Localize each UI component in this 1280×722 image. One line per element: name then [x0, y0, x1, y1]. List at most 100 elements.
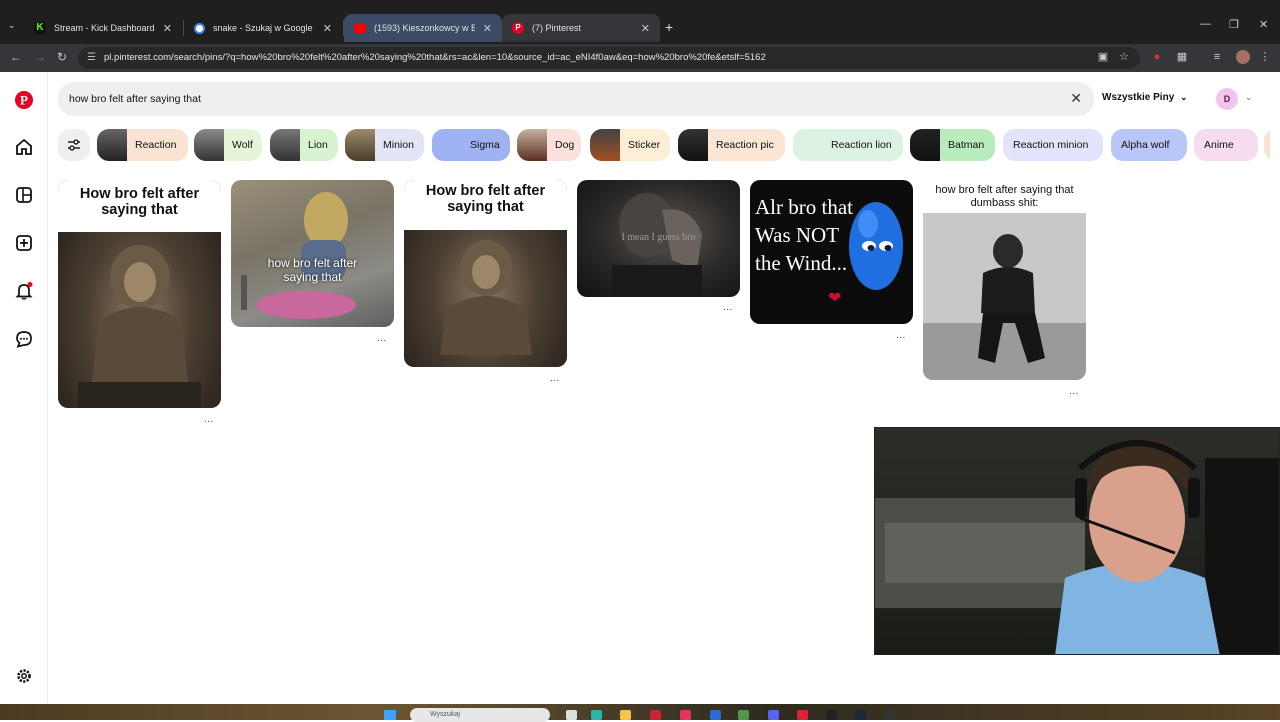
install-app-icon[interactable]: ▣ — [1096, 50, 1110, 64]
folder-icon[interactable] — [620, 710, 631, 720]
account-chevron-down-icon[interactable]: ⌄ — [1245, 92, 1253, 103]
pin-more-icon[interactable]: ... — [204, 414, 214, 425]
chip-thumbnail — [590, 129, 620, 161]
pin-card[interactable]: I mean I guess bro — [577, 180, 740, 297]
chip-alpha-wolf[interactable]: Alpha wolf — [1111, 129, 1187, 161]
browser-tab-bar: ⌄ K Stream - Kick Dashboard ✕ snake - Sz… — [0, 0, 1280, 44]
media-icon[interactable]: ≡ — [1210, 50, 1224, 64]
pin-more-icon[interactable]: ... — [723, 302, 733, 313]
extensions-puzzle-icon[interactable]: ▦ — [1175, 50, 1189, 64]
pin-more-icon[interactable]: ... — [550, 373, 560, 384]
close-icon[interactable]: ✕ — [323, 22, 332, 35]
taskbar-search-placeholder: Wyszukaj — [430, 711, 460, 718]
app-icon[interactable] — [826, 710, 837, 720]
extension-icon[interactable]: ● — [1150, 50, 1164, 64]
chip-thumbnail — [345, 129, 375, 161]
address-bar[interactable]: ☰ pl.pinterest.com/search/pins/?q=how%20… — [78, 47, 1140, 69]
new-tab-button[interactable]: + — [665, 19, 673, 35]
chip-thumbnail — [194, 129, 224, 161]
close-icon[interactable]: ✕ — [163, 22, 172, 35]
pin-card[interactable]: how bro felt after saying that — [231, 180, 394, 327]
chip-lion[interactable]: Lion — [270, 129, 338, 161]
pin-card[interactable]: how bro felt after saying that dumbass s… — [923, 180, 1086, 380]
windows-start-icon[interactable] — [384, 710, 396, 720]
chip-sigma[interactable]: Sigma — [432, 129, 510, 161]
mail-icon[interactable] — [710, 710, 721, 720]
app-icon[interactable] — [650, 710, 661, 720]
pin-more-icon[interactable]: ... — [896, 330, 906, 341]
pin-filter-dropdown[interactable]: Wszystkie Piny ⌄ — [1102, 92, 1188, 103]
chip-wolf[interactable]: Wolf — [194, 129, 262, 161]
pin-more-icon[interactable]: ... — [1069, 386, 1079, 397]
chip-sticker[interactable]: Sticker — [590, 129, 670, 161]
chip-reaction[interactable]: Reaction — [97, 129, 188, 161]
pin-caption: how bro felt after saying that — [267, 256, 358, 285]
pin-caption: How bro felt after saying that — [58, 180, 221, 232]
menu-icon[interactable]: ⋮ — [1258, 50, 1272, 64]
pin-card[interactable]: How bro felt after saying that — [404, 180, 567, 367]
close-window-icon[interactable]: ✕ — [1259, 18, 1268, 31]
pin-card[interactable]: Alr bro that Was NOT the Wind... ❤ — [750, 180, 913, 324]
tab-title: (7) Pinterest — [532, 23, 582, 33]
app-icon[interactable] — [797, 710, 808, 720]
edge-icon[interactable] — [591, 710, 602, 720]
chip-reaction-lion[interactable]: Reaction lion — [793, 129, 903, 161]
chip-thumbnail — [793, 129, 823, 161]
tab-youtube[interactable]: (1593) Kieszonkowcy w Barcel ✕ — [344, 14, 502, 42]
pin-card[interactable]: How bro felt after saying that — [58, 180, 221, 408]
pin-caption: Alr bro that Was NOT the Wind... — [755, 195, 853, 275]
reload-icon[interactable]: ↻ — [57, 50, 67, 64]
chip-anime[interactable]: Anime — [1194, 129, 1258, 161]
pin-caption: How bro felt after saying that — [404, 180, 567, 230]
chip-reaction-minion[interactable]: Reaction minion — [1003, 129, 1103, 161]
search-input[interactable]: how bro felt after saying that ✕ — [58, 82, 1094, 116]
file-explorer-icon[interactable] — [566, 710, 577, 720]
back-icon[interactable]: ← — [10, 50, 22, 64]
url-text: pl.pinterest.com/search/pins/?q=how%20br… — [104, 52, 766, 63]
site-info-icon[interactable]: ☰ — [87, 47, 96, 69]
boards-icon[interactable] — [14, 185, 34, 205]
chip-minion[interactable]: Minion — [345, 129, 424, 161]
kick-icon: K — [34, 22, 46, 34]
steam-icon[interactable] — [855, 710, 866, 720]
chip-thumbnail — [97, 129, 127, 161]
pinterest-logo-icon[interactable]: P — [14, 90, 34, 110]
blue-emoji-image — [849, 202, 903, 290]
webcam-overlay — [874, 427, 1280, 655]
restore-icon[interactable]: ❐ — [1229, 18, 1239, 31]
tab-pinterest[interactable]: P (7) Pinterest ✕ — [502, 14, 660, 42]
chip-batman[interactable]: Batman — [910, 129, 995, 161]
app-icon[interactable] — [884, 710, 895, 720]
chrome-icon[interactable] — [738, 710, 749, 720]
avatar[interactable]: D — [1216, 88, 1238, 110]
close-icon[interactable]: ✕ — [641, 22, 650, 35]
pinterest-icon: P — [512, 22, 524, 34]
app-icon[interactable] — [680, 710, 691, 720]
forward-icon[interactable]: → — [34, 50, 46, 64]
create-icon[interactable] — [14, 233, 34, 253]
tab-title: (1593) Kieszonkowcy w Barcel — [374, 23, 475, 33]
streamer-webcam-image — [875, 428, 1279, 654]
browser-toolbar: ← → ↻ ☰ pl.pinterest.com/search/pins/?q=… — [0, 44, 1280, 72]
tab-google[interactable]: snake - Szukaj w Google ✕ — [184, 14, 342, 42]
profile-icon[interactable] — [1236, 50, 1250, 64]
tab-list-chevron-icon[interactable]: ⌄ — [8, 20, 16, 31]
chip-dog[interactable]: Dog — [517, 129, 581, 161]
notifications-icon[interactable] — [14, 281, 34, 301]
clear-search-icon[interactable]: ✕ — [1070, 90, 1082, 107]
discord-icon[interactable] — [768, 710, 779, 720]
chip-next-partial[interactable] — [1264, 129, 1270, 161]
tab-title: Stream - Kick Dashboard — [54, 23, 155, 33]
tab-kick[interactable]: K Stream - Kick Dashboard ✕ — [24, 14, 182, 42]
bookmark-star-icon[interactable]: ☆ — [1117, 50, 1131, 64]
svg-text:P: P — [20, 93, 28, 108]
home-icon[interactable] — [14, 137, 34, 157]
chip-reaction-pic[interactable]: Reaction pic — [678, 129, 785, 161]
pin-more-icon[interactable]: ... — [377, 333, 387, 344]
settings-icon[interactable] — [14, 666, 34, 686]
minimize-icon[interactable]: — — [1200, 18, 1211, 30]
close-icon[interactable]: ✕ — [483, 22, 492, 35]
search-guide-chips: Reaction Wolf Lion Minion Sigma Dog Stic… — [58, 129, 1270, 161]
messages-icon[interactable] — [14, 329, 34, 349]
filters-icon[interactable] — [58, 129, 90, 161]
